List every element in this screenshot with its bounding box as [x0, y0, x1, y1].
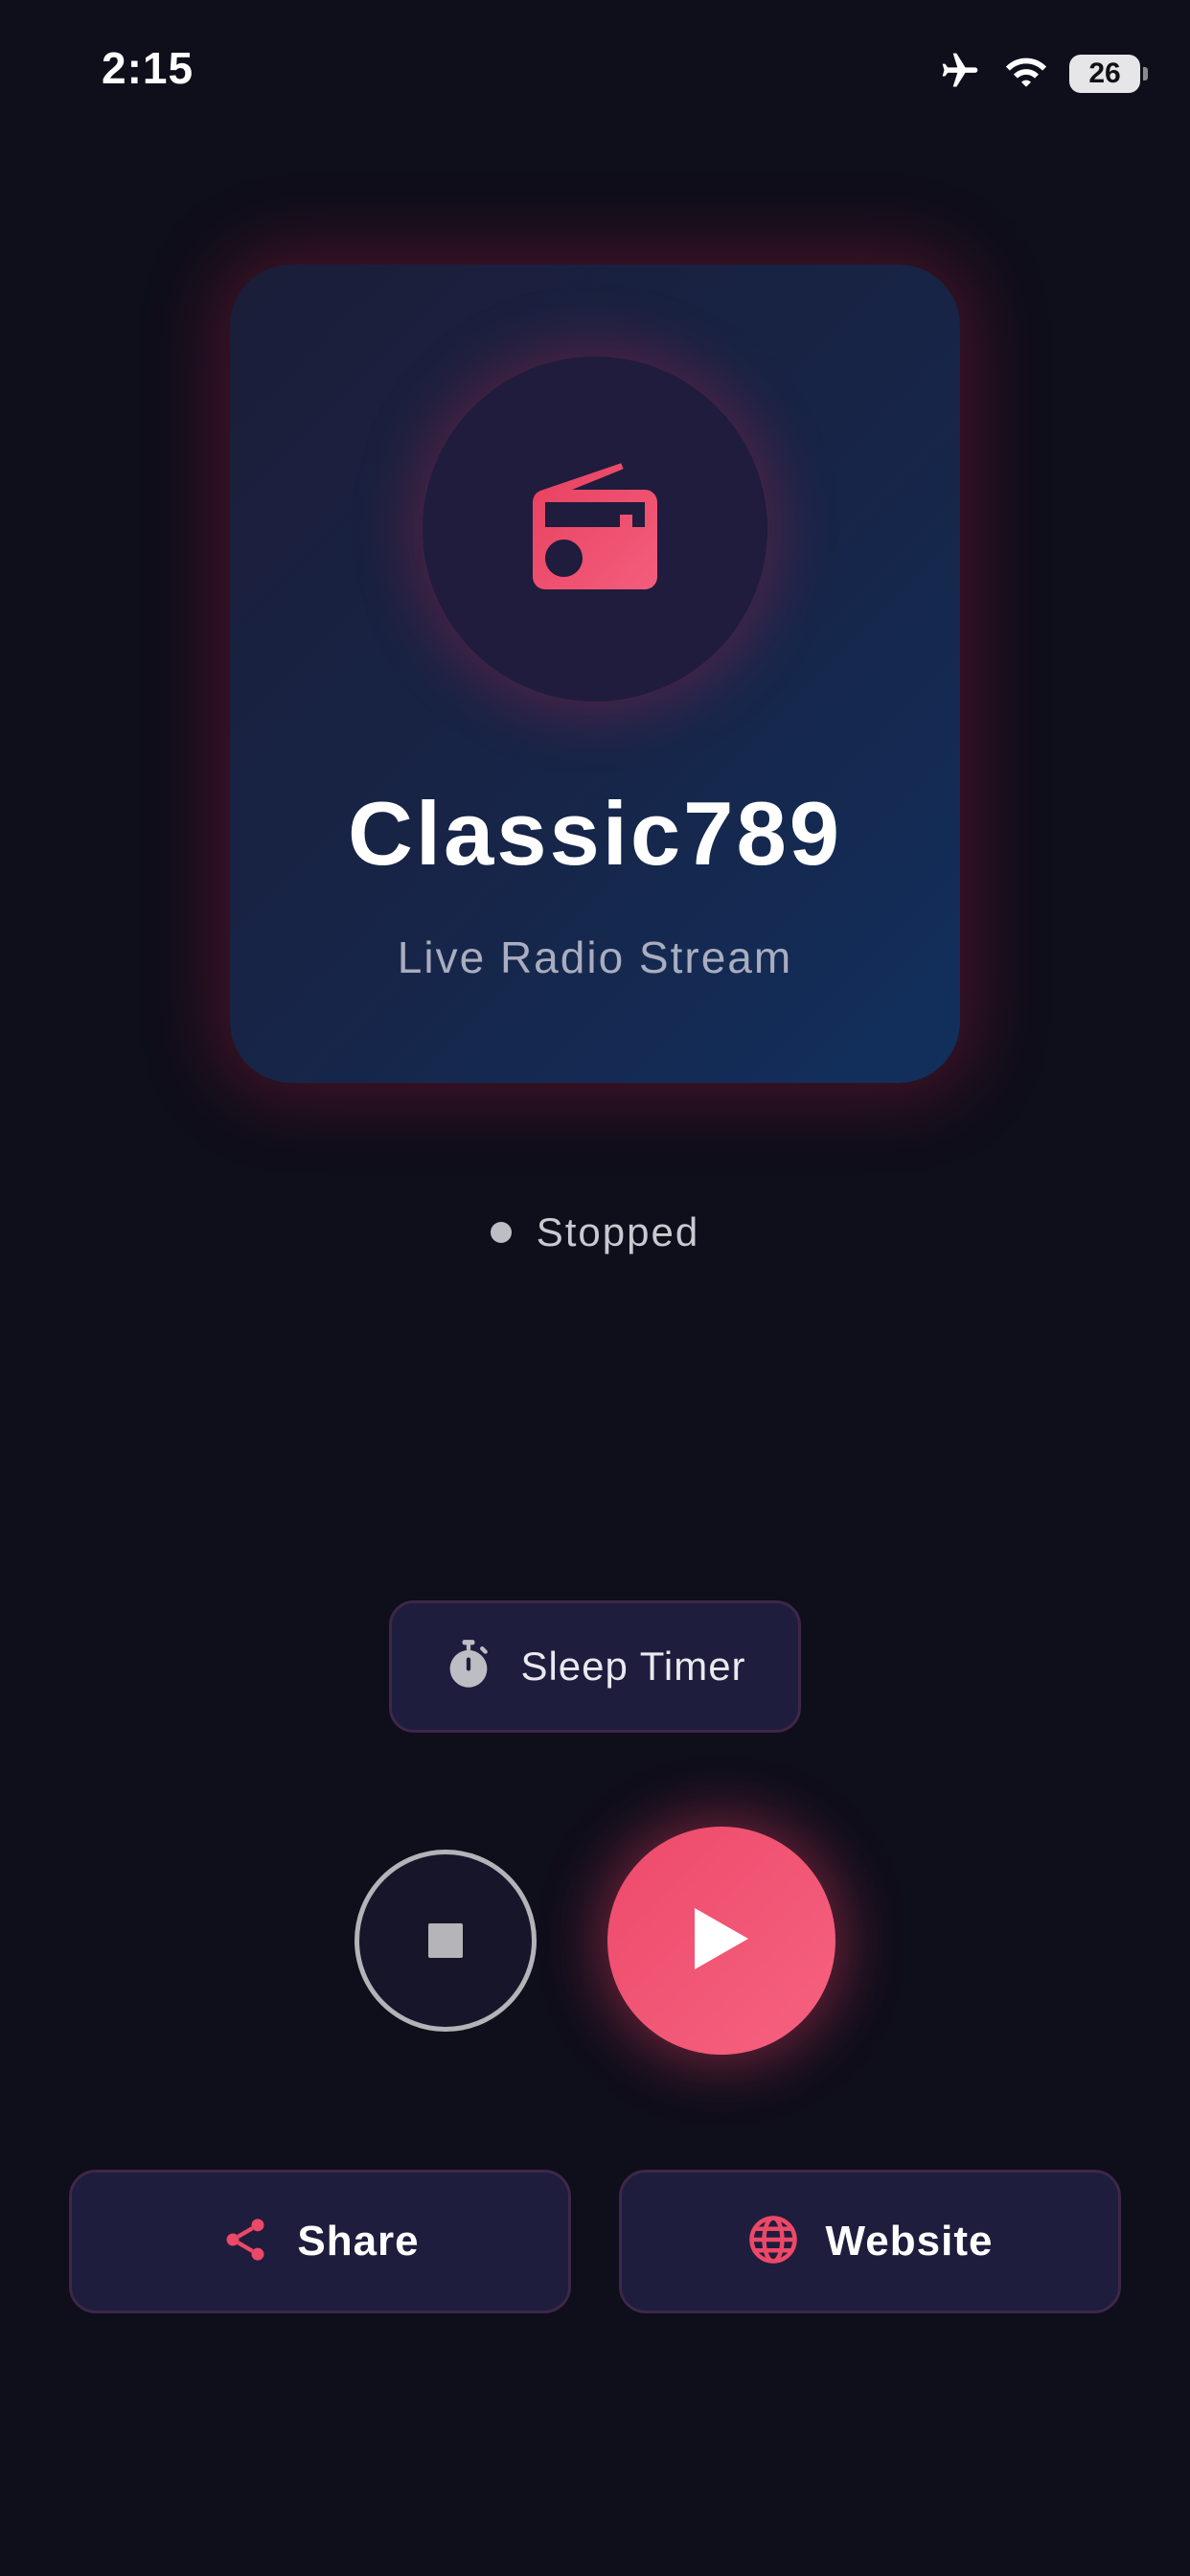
station-name: Classic789	[347, 783, 843, 884]
status-text: Stopped	[536, 1209, 700, 1254]
playback-status: Stopped	[0, 1209, 1190, 1255]
station-card: Classic789 Live Radio Stream	[230, 264, 960, 1083]
status-icons: 26	[937, 50, 1148, 97]
wifi-icon	[1004, 52, 1048, 95]
sleep-timer-label: Sleep Timer	[520, 1644, 746, 1689]
play-icon	[691, 1904, 752, 1978]
globe-icon	[747, 2214, 799, 2270]
battery-icon: 26	[1069, 54, 1148, 93]
status-bar: 2:15 26	[0, 0, 1190, 134]
battery-level: 26	[1088, 57, 1121, 89]
website-label: Website	[825, 2218, 994, 2265]
share-label: Share	[297, 2218, 420, 2265]
status-time: 2:15	[102, 43, 195, 93]
radio-icon	[520, 452, 670, 607]
airplane-icon	[937, 50, 983, 97]
play-button[interactable]	[607, 1827, 835, 2055]
radio-icon-circle	[423, 356, 767, 702]
timer-icon	[444, 1638, 493, 1696]
sleep-timer-button[interactable]: Sleep Timer	[389, 1600, 801, 1733]
share-icon	[220, 2215, 270, 2269]
website-button[interactable]: Website	[619, 2170, 1121, 2313]
stop-icon	[428, 1923, 463, 1958]
station-subtitle: Live Radio Stream	[397, 932, 793, 982]
status-dot	[490, 1222, 512, 1243]
stop-button[interactable]	[355, 1850, 537, 2032]
share-button[interactable]: Share	[69, 2170, 571, 2313]
